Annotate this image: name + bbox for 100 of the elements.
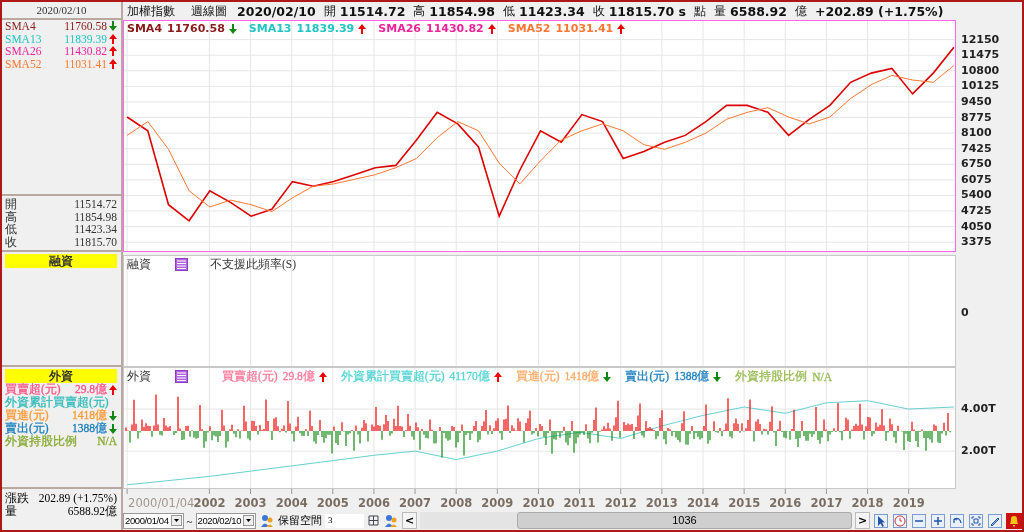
people-icon[interactable]: [260, 513, 275, 528]
axis-label: 4.00T: [961, 402, 996, 417]
axis-label: 2009: [481, 496, 514, 510]
indicator-name: SMA4: [127, 22, 163, 35]
axis-label: 2010: [522, 496, 555, 510]
range-separator: ~: [186, 514, 193, 527]
axis-label: 8100: [961, 126, 992, 141]
data-value: 1388億: [674, 369, 710, 384]
quote-label: 高: [413, 2, 426, 20]
zoom-in-icon[interactable]: [931, 513, 945, 528]
quote-unit: 點: [694, 2, 707, 20]
people-icon[interactable]: [384, 513, 399, 528]
data-label: 外資累計買賣超(元): [340, 369, 445, 384]
indicator-name: SMA52: [507, 22, 551, 35]
data-value: 41170億: [449, 369, 490, 384]
date-field[interactable]: 2020/02/10: [195, 512, 257, 529]
axis-label: 2014: [687, 496, 719, 510]
panel-title: 融資: [127, 257, 151, 272]
axis-label: 2012: [604, 496, 637, 510]
price-label: 低: [5, 223, 18, 236]
axis-label: 2005: [316, 496, 349, 510]
data-value: 1418億: [564, 369, 600, 384]
scroll-right-button[interactable]: >: [855, 512, 870, 529]
quote-value: 11854.98: [429, 3, 495, 19]
indicator-name: SMA52: [5, 57, 43, 70]
quote-label: 量: [714, 2, 727, 20]
quote-unit: 億: [795, 2, 807, 20]
indicator-value: 11839.39: [296, 22, 355, 35]
summary-value: 6588.92億: [67, 504, 117, 517]
axis-label: 2004: [275, 496, 308, 510]
axis-label: 2018: [851, 496, 884, 510]
axis-label: 2016: [769, 496, 802, 510]
indicator-name: SMA26: [5, 45, 43, 58]
data-label: 外資累計買賣超(元): [5, 396, 110, 409]
axis-label: 0: [961, 306, 969, 320]
axis-label: 12150: [961, 32, 1000, 47]
undo-icon[interactable]: [950, 513, 964, 528]
indicator-value: 11430.82: [426, 22, 484, 35]
axis-label: 3375: [961, 235, 992, 250]
axis-label: 4725: [961, 204, 992, 218]
data-label: 買進(元): [5, 409, 50, 422]
fit-icon[interactable]: [969, 513, 983, 528]
data-label: 外資持股比例: [735, 369, 808, 384]
scrollbar-thumb[interactable]: 1036: [517, 512, 852, 529]
price-value: 11854.98: [74, 210, 117, 223]
indicator-name: SMA26: [378, 22, 421, 35]
index-name: 加權指數: [127, 2, 175, 20]
indicator-name: SMA4: [5, 20, 37, 33]
cursor-icon[interactable]: [874, 513, 888, 528]
indicator-value: 11839.39: [64, 32, 107, 45]
axis-label: 2003: [234, 496, 267, 510]
bell-icon[interactable]: [1006, 512, 1022, 529]
axis-label: 2011: [563, 496, 596, 510]
date-field[interactable]: 2000/01/04: [123, 512, 184, 529]
price-value: 11815.70: [74, 235, 117, 248]
quote-date: 2020/02/10: [237, 3, 316, 19]
axis-label: 2007: [399, 496, 432, 510]
indicator-value: 11031.41: [64, 57, 107, 70]
data-value: N/A: [812, 370, 832, 383]
data-label: 賣出(元): [625, 369, 670, 384]
clock-icon[interactable]: [893, 513, 907, 528]
quote-value: 11514.72: [339, 3, 406, 19]
list-icon[interactable]: [175, 258, 188, 271]
axis-label: 10800: [961, 63, 1000, 78]
reserve-field[interactable]: 3: [325, 513, 365, 528]
summary-label: 漲跌: [5, 492, 30, 505]
scroll-left-button[interactable]: <: [402, 512, 418, 529]
dropdown-icon[interactable]: [170, 515, 182, 526]
spinner-icon[interactable]: [368, 515, 380, 526]
data-value: 1388億: [72, 422, 107, 435]
axis-label: 6075: [961, 172, 992, 187]
period-label: 週線圖: [191, 2, 227, 20]
price-value: 11423.34: [74, 223, 117, 236]
indicator-value: 11760.58: [167, 22, 225, 35]
axis-label: 9450: [961, 94, 992, 109]
axis-label: 10125: [961, 79, 1000, 94]
quote-value: 11423.34: [519, 3, 585, 19]
pen-icon[interactable]: [988, 513, 1002, 528]
status-message: 不支援此頻率(S): [210, 257, 297, 272]
data-label: 賣出(元): [5, 422, 50, 435]
indicator-value: 11760.58: [64, 20, 107, 33]
zoom-out-icon[interactable]: [912, 513, 926, 528]
data-label: 外資持股比例: [5, 435, 78, 448]
summary-label: 量: [5, 504, 18, 517]
dropdown-icon[interactable]: [243, 515, 255, 526]
axis-label: 2008: [440, 496, 473, 510]
price-value: 11514.72: [74, 198, 117, 211]
quote-label: 收: [592, 2, 605, 20]
axis-label: 5400: [961, 188, 992, 203]
data-value: 1418億: [72, 409, 107, 422]
axis-label: 6750: [961, 157, 992, 172]
quote-value: 6588.92: [730, 3, 787, 19]
list-icon[interactable]: [175, 370, 188, 383]
axis-label: 4050: [961, 219, 992, 234]
summary-value: 202.89 (+1.75%): [38, 492, 117, 505]
axis-label: 2013: [645, 496, 678, 510]
data-label: 買進(元): [515, 369, 560, 384]
section-header: 外資: [5, 369, 117, 383]
date-header: 2020/02/10: [2, 2, 123, 20]
axis-label: 2000/01/04: [128, 496, 195, 510]
